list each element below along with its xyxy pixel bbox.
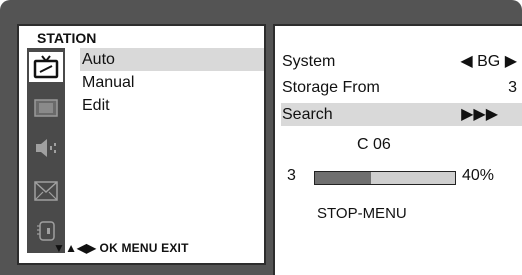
storage-from-row[interactable]: Storage From 3 — [282, 76, 517, 99]
search-progress-fill — [315, 172, 371, 184]
progress-percent: 40% — [462, 167, 495, 184]
menu-item-manual[interactable]: Manual — [80, 71, 264, 94]
system-value[interactable]: ◀ BG ▶ — [460, 50, 517, 73]
progress-start-label: 3 — [287, 167, 296, 184]
tv-osd-frame: STATION Auto Manual Edit ▼▲◀▶ OK MENU EX… — [0, 0, 522, 275]
tv-station-icon[interactable] — [29, 52, 63, 82]
auto-tuning-panel: System ◀ BG ▶ Storage From 3 Search ▶▶▶ … — [273, 24, 522, 275]
system-label: System — [282, 53, 336, 70]
panel-title: STATION — [37, 30, 97, 46]
search-row[interactable]: Search ▶▶▶ — [281, 103, 522, 126]
search-progress-bar — [314, 171, 456, 185]
navigation-hint: ▼▲◀▶ OK MENU EXIT — [53, 241, 189, 255]
station-menu-panel: STATION Auto Manual Edit ▼▲◀▶ OK MENU EX… — [17, 24, 266, 265]
time-icon[interactable] — [30, 176, 62, 206]
sound-icon[interactable] — [30, 133, 62, 163]
system-row[interactable]: System ◀ BG ▶ — [282, 50, 517, 73]
search-arrows-icon[interactable]: ▶▶▶ — [461, 103, 498, 126]
storage-from-value[interactable]: 3 — [508, 76, 517, 99]
menu-item-edit[interactable]: Edit — [80, 94, 264, 117]
station-menu-list: Auto Manual Edit — [80, 48, 264, 117]
picture-icon[interactable] — [30, 93, 62, 123]
channel-number: C 06 — [357, 136, 391, 153]
menu-icon-strip — [27, 48, 65, 253]
storage-from-label: Storage From — [282, 79, 380, 96]
search-label: Search — [282, 106, 333, 123]
stop-menu-hint: STOP-MENU — [317, 205, 407, 222]
menu-item-auto[interactable]: Auto — [80, 48, 264, 71]
